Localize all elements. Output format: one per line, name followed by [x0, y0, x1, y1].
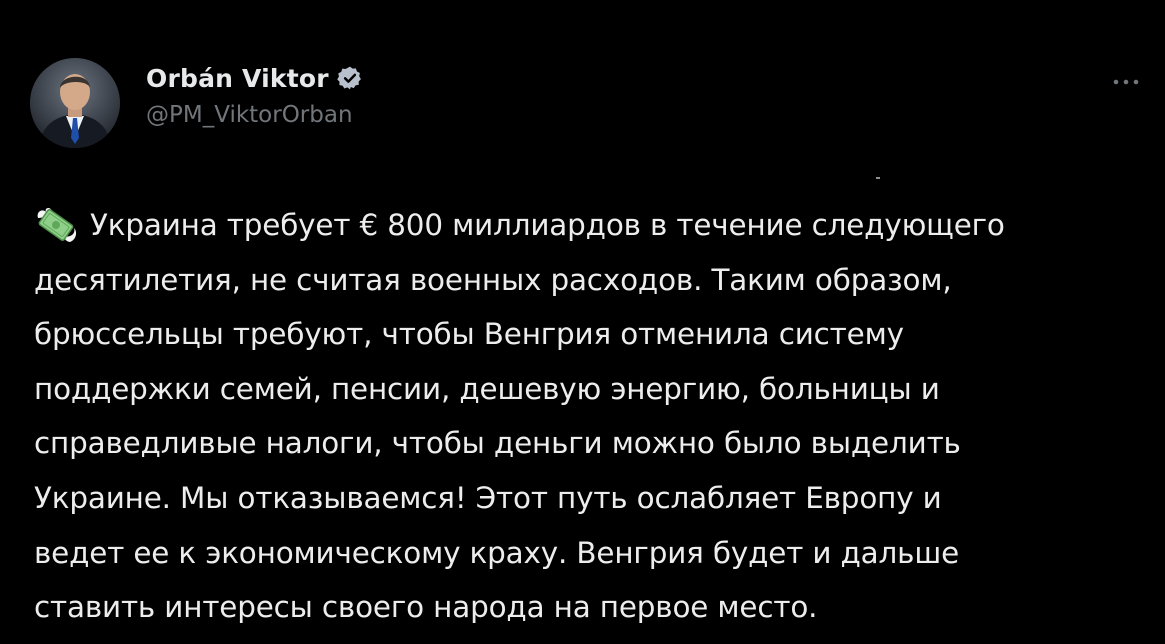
tweet-line-4: поддержки семей, пенсии, дешевую энергию… — [34, 371, 940, 406]
avatar[interactable] — [30, 58, 120, 148]
more-options-icon — [1113, 79, 1139, 85]
name-row: Orbán Viktor — [146, 60, 363, 96]
tweet-line-1-text: Украина требует € 800 миллиардов в течен… — [90, 208, 1005, 242]
tweet-line-6: Украине. Мы отказываемся! Этот путь осла… — [34, 480, 942, 515]
display-name[interactable]: Orbán Viktor — [146, 64, 329, 93]
avatar-photo — [30, 58, 120, 148]
user-handle[interactable]: @PM_ViktorOrban — [146, 102, 363, 128]
tweet-line-8: ставить интересы своего народа на первое… — [34, 590, 818, 625]
artifact-mark — [876, 177, 880, 179]
tweet-text: Украина требует € 800 миллиардов в течен… — [34, 198, 1159, 635]
money-with-wings-icon — [34, 204, 78, 244]
tweet-line-2: десятилетия, не считая военных расходов.… — [34, 262, 952, 297]
tweet: Orbán Viktor @PM_ViktorOrban Украина тре… — [0, 0, 1165, 644]
verified-badge-icon — [337, 65, 363, 91]
tweet-header: Orbán Viktor @PM_ViktorOrban — [146, 60, 363, 128]
more-options-button[interactable] — [1106, 70, 1146, 94]
tweet-line-7: ведет ее к экономическому краху. Венгрия… — [34, 535, 960, 570]
tweet-line-3: брюссельцы требуют, чтобы Венгрия отмени… — [34, 317, 904, 352]
tweet-line-1: Украина требует € 800 миллиардов в течен… — [34, 198, 1159, 253]
tweet-line-5: справедливые налоги, чтобы деньги можно … — [34, 426, 961, 461]
